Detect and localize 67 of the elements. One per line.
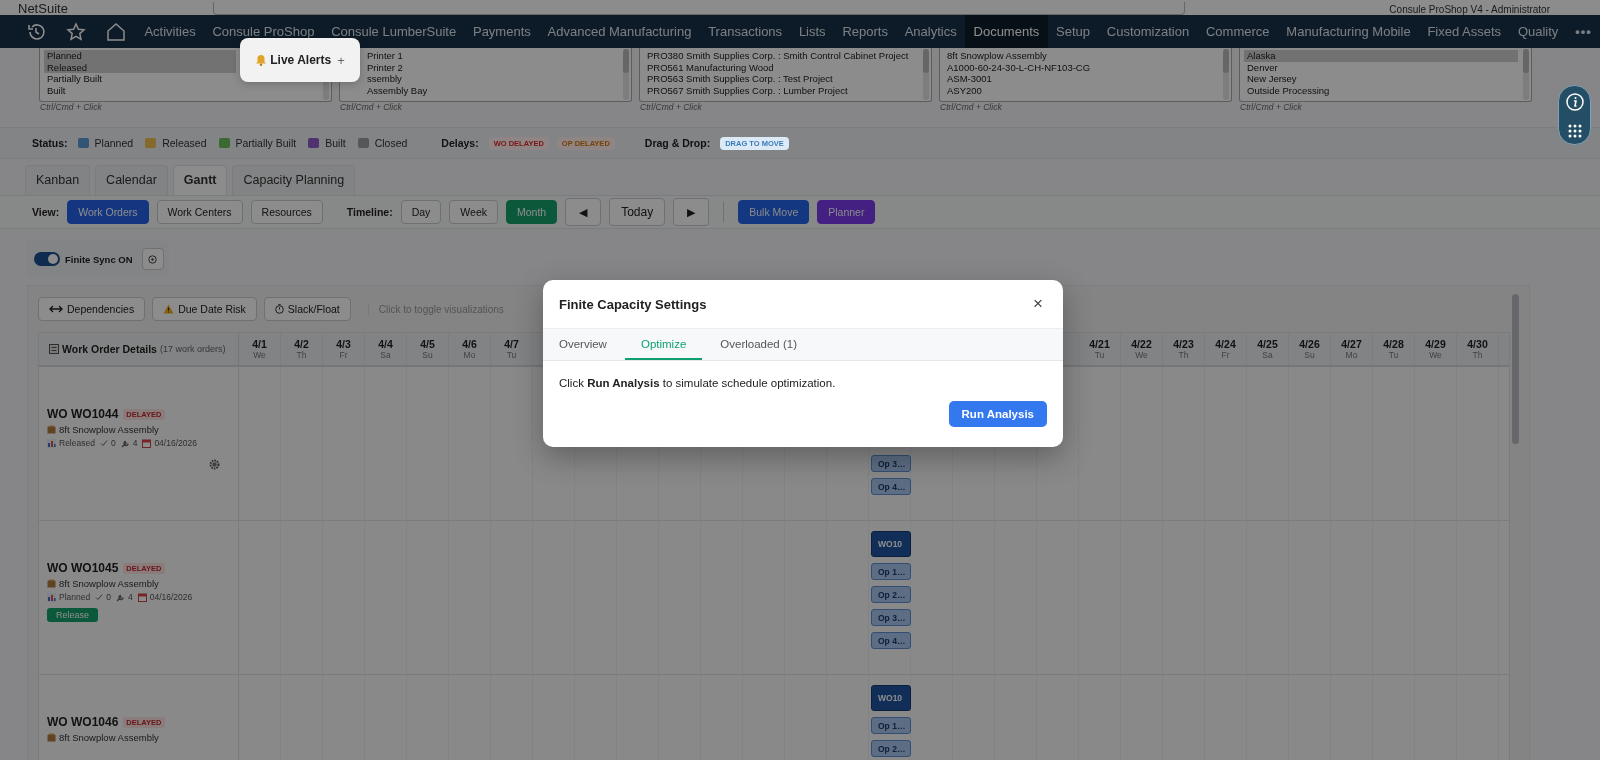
status-label: Built: [325, 137, 346, 149]
operation-count: 4: [127, 592, 133, 602]
hint-text: Ctrl/Cmd + Click: [1239, 102, 1303, 112]
date-label: 4/30: [1467, 338, 1488, 350]
work-order-title: WO WO1045: [47, 561, 119, 575]
weekday-label: Th: [1178, 350, 1189, 360]
live-alerts-label: Live Alerts: [270, 53, 332, 67]
view-label: View:: [32, 206, 60, 218]
date-label: 4/28: [1383, 338, 1404, 350]
date-label: 4/22: [1131, 338, 1152, 350]
work-order-title: WO WO1046: [47, 715, 119, 729]
date-label: 4/5: [420, 338, 435, 350]
hint-text: Ctrl/Cmd + Click: [39, 102, 103, 112]
hint-text: Ctrl/Cmd + Click: [339, 102, 403, 112]
due-date: 04/16/2026: [149, 592, 193, 602]
date-label: 4/29: [1425, 338, 1446, 350]
work-order-title: WO WO1044: [47, 407, 119, 421]
status-text: Released: [59, 438, 95, 448]
date-label: 4/6: [462, 338, 477, 350]
date-label: 4/21: [1089, 338, 1110, 350]
column-title: Work Order Details: [62, 343, 157, 355]
date-label: 4/4: [378, 338, 393, 350]
status-label: Partially Built: [235, 137, 297, 149]
sync-label: Finite Sync ON: [65, 253, 133, 265]
work-order-count: (17 work orders): [159, 344, 226, 354]
date-label: 4/26: [1299, 338, 1320, 350]
due-date: 04/16/2026: [154, 438, 197, 448]
status-text: Planned: [59, 592, 91, 602]
weekday-label: Tu: [1094, 350, 1105, 360]
product-name: 8ft Snowplow Assembly: [59, 732, 159, 743]
weekday-label: Tu: [506, 350, 517, 360]
status-label: Closed: [374, 137, 408, 149]
date-label: 4/3: [336, 338, 351, 350]
date-label: 4/25: [1257, 338, 1278, 350]
logo-text: NetSuite: [18, 2, 69, 15]
hint-text: Ctrl/Cmd + Click: [639, 102, 703, 112]
instruction-text: Click Run Analysis to simulate schedule optimization.: [559, 377, 837, 389]
weekday-label: We: [1135, 350, 1148, 360]
timeline-label: Timeline:: [346, 206, 393, 218]
dialog-title: Finite Capacity Settings: [559, 296, 707, 312]
weekday-label: Tu: [1388, 350, 1399, 360]
weekday-label: Mo: [1345, 350, 1358, 360]
weekday-label: We: [253, 350, 266, 360]
weekday-label: Sa: [380, 350, 391, 360]
legend-label: Delays:: [441, 137, 479, 149]
weekday-label: Sa: [1262, 350, 1273, 360]
completed-count: 0: [106, 592, 111, 602]
product-name: 8ft Snowplow Assembly: [59, 578, 159, 589]
date-label: 4/23: [1173, 338, 1194, 350]
user-role-label: Consule ProShop V4 - Administrator: [1389, 4, 1550, 15]
date-label: 4/7: [504, 338, 519, 350]
weekday-label: Th: [296, 350, 307, 360]
legend-label: Drag & Drop:: [644, 137, 711, 149]
date-label: 4/24: [1215, 338, 1236, 350]
weekday-label: Th: [1472, 350, 1483, 360]
completed-count: 0: [110, 438, 116, 448]
hint-text: Ctrl/Cmd + Click: [939, 102, 1003, 112]
date-label: 4/27: [1341, 338, 1362, 350]
date-label: 4/1: [252, 338, 267, 350]
product-name: 8ft Snowplow Assembly: [59, 424, 159, 435]
operation-count: 4: [132, 438, 138, 448]
date-label: 4/2: [294, 338, 309, 350]
status-label: Released: [162, 137, 207, 149]
status-label: Planned: [94, 137, 134, 149]
legend-label: Status:: [32, 137, 68, 149]
weekday-label: We: [1429, 350, 1442, 360]
weekday-label: Mo: [463, 350, 476, 360]
